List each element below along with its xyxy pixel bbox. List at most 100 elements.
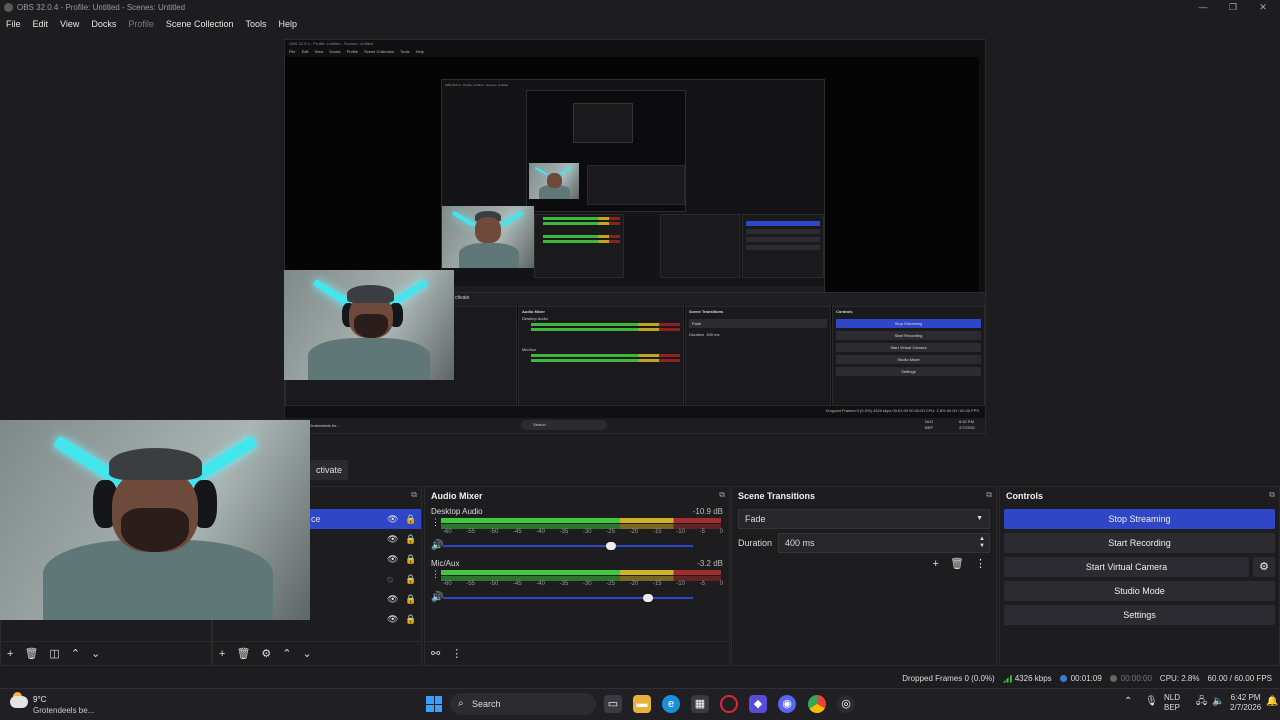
menu-bar: File Edit View Docks Profile Scene Colle… <box>0 15 1280 33</box>
menu-help[interactable]: Help <box>272 19 303 29</box>
minimize-button[interactable]: — <box>1188 0 1218 15</box>
settings-button[interactable]: Settings <box>1004 605 1275 625</box>
up-icon[interactable]: ⌃ <box>282 647 291 660</box>
audio-mixer-panel: Audio Mixer ⧉ Desktop Audio -10.9 dB ⋮ -… <box>424 486 730 666</box>
network-icon[interactable]: 🖧 <box>1196 697 1207 707</box>
plus-icon[interactable]: + <box>219 648 225 660</box>
gear-icon[interactable]: ⚙ <box>261 647 271 660</box>
up-icon[interactable]: ⌃ <box>71 647 80 660</box>
tick-label: -30 <box>582 529 592 535</box>
eye-icon[interactable]: 👁 <box>387 614 398 625</box>
volume-slider[interactable] <box>443 594 693 602</box>
menu-tools[interactable]: Tools <box>239 19 272 29</box>
tick-label: -5 <box>699 581 705 587</box>
nested-menu-item: Help <box>415 49 424 54</box>
sources-footer: + 🗑 ⚙ ⌃ ⌄ <box>213 641 421 665</box>
dock-float-icon[interactable]: ⧉ <box>1269 490 1275 500</box>
speaker-icon[interactable]: 🔊 <box>431 540 443 551</box>
notification-bell-icon[interactable]: 🔔 <box>1266 697 1278 707</box>
desktop-audio-channel: Desktop Audio -10.9 dB ⋮ -60 -55 -50 -45 -40… <box>425 505 729 557</box>
edge-icon[interactable]: e <box>662 695 680 713</box>
kebab-menu-icon[interactable]: ⋮ <box>431 517 440 528</box>
app-icon[interactable]: ◆ <box>749 695 767 713</box>
eye-icon[interactable]: 👁 <box>387 594 398 605</box>
windows-start-icon[interactable] <box>426 696 442 712</box>
spinner-icon[interactable]: ▲ ▼ <box>979 536 985 550</box>
eye-icon[interactable]: 👁 <box>387 554 398 565</box>
store-icon[interactable]: ▦ <box>691 695 709 713</box>
trash-icon[interactable]: 🗑 <box>950 558 964 570</box>
trash-icon[interactable]: 🗑 <box>236 647 250 660</box>
volume-slider-knob[interactable] <box>643 594 653 602</box>
start-virtual-camera-button[interactable]: Start Virtual Camera <box>1004 557 1249 577</box>
nested-duration-label: Duration <box>689 332 705 337</box>
plus-icon[interactable]: + <box>932 558 938 570</box>
lock-icon[interactable]: 🔒 <box>405 594 416 605</box>
start-recording-button[interactable]: Start Recording <box>1004 533 1275 553</box>
kebab-menu-icon[interactable]: ⋮ <box>975 558 986 570</box>
speaker-icon[interactable]: 🔊 <box>431 592 443 603</box>
nested-menu-item: Edit <box>301 49 309 54</box>
lock-icon[interactable]: 🔒 <box>405 514 416 525</box>
volume-slider[interactable] <box>443 542 693 550</box>
lock-icon[interactable]: 🔒 <box>405 554 416 565</box>
opera-icon[interactable] <box>720 695 738 713</box>
chrome-icon[interactable] <box>808 695 826 713</box>
file-explorer-icon[interactable]: ▬ <box>633 695 651 713</box>
down-icon[interactable]: ⌄ <box>91 647 100 660</box>
duration-input[interactable]: 400 ms ▲ ▼ <box>778 533 990 553</box>
lock-icon[interactable]: 🔒 <box>405 534 416 545</box>
activate-tab[interactable]: ctivate <box>310 460 349 480</box>
eye-icon[interactable]: 👁 <box>387 514 398 525</box>
close-button[interactable]: ✕ <box>1248 0 1278 15</box>
menu-profile[interactable]: Profile <box>122 19 160 29</box>
language-code: NLD <box>1164 693 1181 702</box>
stop-streaming-button[interactable]: Stop Streaming <box>1004 509 1275 529</box>
nested-btn: Stop Streaming <box>836 319 981 328</box>
lock-icon[interactable]: 🔒 <box>405 574 416 585</box>
tick-label: -40 <box>536 529 545 535</box>
menu-file[interactable]: File <box>0 19 27 29</box>
plus-icon[interactable]: + <box>7 648 13 660</box>
down-icon[interactable]: ⌄ <box>303 647 312 660</box>
gear-icon[interactable]: ⚙ <box>1253 557 1275 577</box>
menu-view[interactable]: View <box>54 19 85 29</box>
menu-docks[interactable]: Docks <box>85 19 122 29</box>
taskbar-search[interactable]: ⌕ Search <box>450 693 596 715</box>
virtual-camera-row: Start Virtual Camera ⚙ <box>1004 557 1275 577</box>
dock-float-icon[interactable]: ⧉ <box>411 490 417 500</box>
eye-icon[interactable]: 👁 <box>387 534 398 545</box>
menu-scene-collection[interactable]: Scene Collection <box>160 19 240 29</box>
nested-clock-date: 2/7/2026 <box>959 425 975 430</box>
nested-menu-item: Docks <box>329 49 341 54</box>
eye-hidden-icon[interactable]: ⦸ <box>387 574 393 585</box>
dock-float-icon[interactable]: ⧉ <box>986 490 992 500</box>
task-view-icon[interactable]: ▭ <box>604 695 622 713</box>
tray-overflow-icon[interactable]: ⌃ <box>1124 697 1132 707</box>
volume-slider-knob[interactable] <box>605 542 616 550</box>
transition-select[interactable]: Fade ▼ <box>738 509 990 529</box>
dock-float-icon[interactable]: ⧉ <box>719 490 725 500</box>
volume-icon[interactable]: 🔈 <box>1212 697 1224 707</box>
lock-icon[interactable]: 🔒 <box>405 614 416 625</box>
nested-btn: Start Virtual Camera <box>836 343 981 352</box>
language-indicator[interactable]: NLD BEP <box>1164 693 1180 713</box>
clock[interactable]: 6:42 PM 2/7/2026 <box>1230 693 1261 713</box>
discord-icon[interactable]: ◉ <box>778 695 796 713</box>
filter-icon[interactable]: ◫ <box>49 647 59 660</box>
obs-icon[interactable]: ◎ <box>837 695 855 713</box>
microphone-icon[interactable]: 🎙 <box>1145 697 1158 707</box>
nested-level-2-title: OBS 32.0.4 - Profile: Untitled - Scenes:… <box>445 83 509 87</box>
record-time-value: 00:00:00 <box>1120 674 1152 683</box>
studio-mode-button[interactable]: Studio Mode <box>1004 581 1275 601</box>
link-icon[interactable]: ⚯ <box>431 647 440 660</box>
trash-icon[interactable]: 🗑 <box>24 647 38 660</box>
menu-edit[interactable]: Edit <box>27 19 55 29</box>
mic-aux-channel: Mic/Aux -3.2 dB ⋮ -60 -55 -50 -45 -40 -35 -30-… <box>425 557 729 609</box>
kebab-menu-icon[interactable]: ⋮ <box>451 647 462 660</box>
tick-label: -15 <box>652 529 662 535</box>
weather-widget[interactable]: 9°C Grotendeels be... <box>10 692 120 718</box>
kebab-menu-icon[interactable]: ⋮ <box>431 569 440 580</box>
controls-title: Controls <box>1006 491 1043 501</box>
maximize-button[interactable]: ❐ <box>1218 0 1248 15</box>
